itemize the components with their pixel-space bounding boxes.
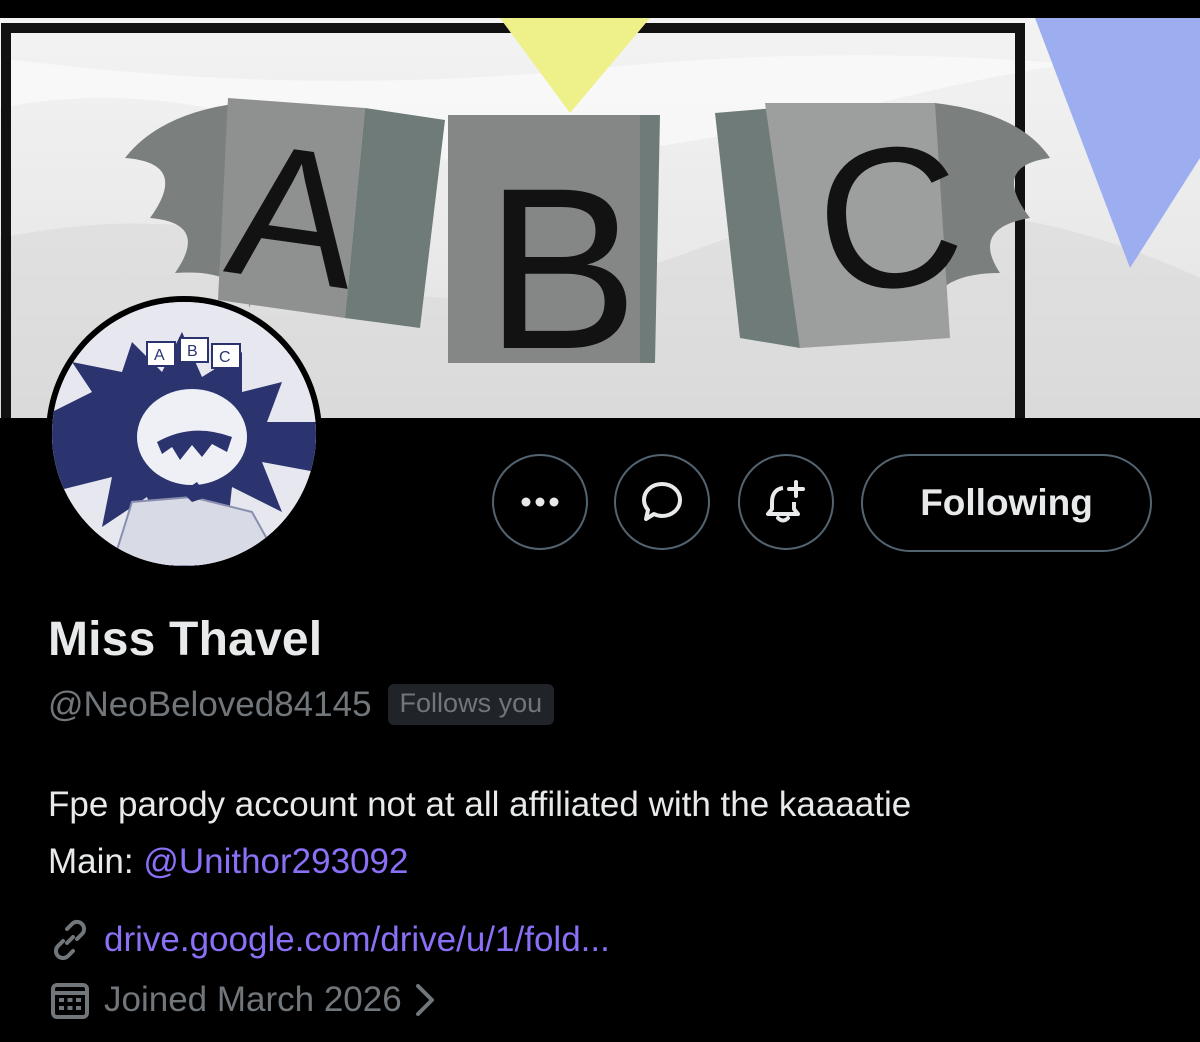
bio-line-2: Main: @Unithor293092 [48,833,911,890]
joined-row[interactable]: Joined March 2026 [48,978,436,1022]
calendar-icon [51,983,89,1019]
notify-button[interactable] [738,454,834,550]
svg-text:A: A [154,347,165,364]
bio: Fpe parody account not at all affiliated… [48,776,911,890]
svg-text:C: C [219,349,231,366]
bell-plus-icon [766,480,805,523]
more-icon [521,497,559,507]
more-button[interactable] [492,454,588,550]
joined-date: Joined March 2026 [104,980,402,1019]
link-icon [53,919,87,961]
bio-mention-link[interactable]: @Unithor293092 [143,842,408,881]
svg-text:B: B [187,343,198,360]
profile-actions: Following [0,454,1200,552]
follows-you-badge: Follows you [387,684,555,725]
message-icon [642,482,682,521]
message-button[interactable] [614,454,710,550]
handle: @NeoBeloved84145 [48,684,372,724]
handle-row: @NeoBeloved84145 Follows you [48,684,555,725]
website-row: drive.google.com/drive/u/1/fold... [48,918,610,962]
following-button[interactable]: Following [861,454,1152,552]
chevron-right-icon [415,984,434,1016]
bio-line-1: Fpe parody account not at all affiliated… [48,785,912,824]
letter-b: B [485,140,638,397]
website-link[interactable]: drive.google.com/drive/u/1/fold... [104,920,610,960]
display-name: Miss Thavel [48,613,323,666]
bio-main-prefix: Main: [48,842,144,881]
letter-c: C [806,100,973,337]
